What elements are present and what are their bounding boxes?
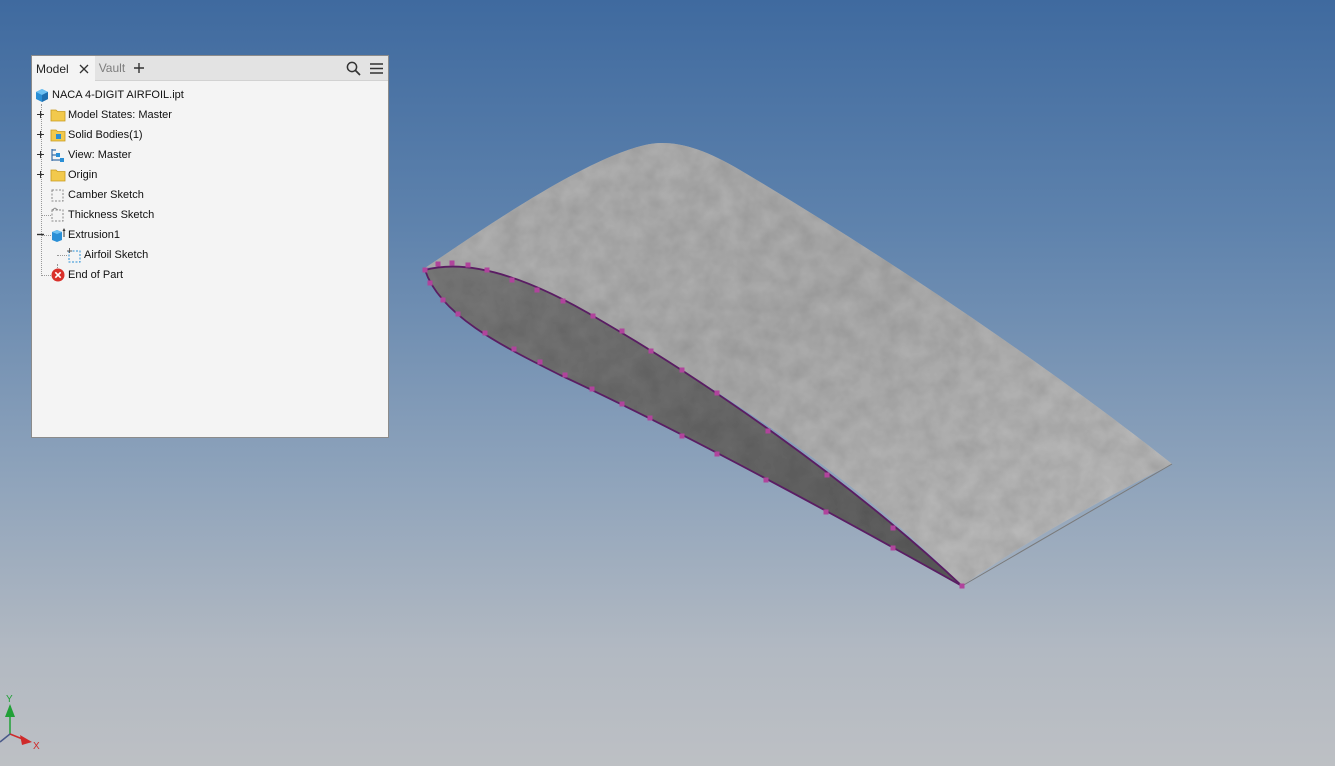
sketch-point[interactable] [435,261,441,267]
y-axis-arrow-icon [5,704,15,717]
tree-item-extrusion1[interactable]: Extrusion1 [32,225,388,245]
sketch-icon [66,247,82,263]
expand-plus-icon[interactable] [36,130,45,139]
add-tab-button[interactable] [130,56,151,80]
tree-root-part[interactable]: NACA 4-DIGIT AIRFOIL.ipt [32,85,388,105]
tree-item-label: Extrusion1 [68,229,120,241]
tree-item-label: Model States: Master [68,109,172,121]
sketch-point[interactable] [890,545,896,551]
triad-y-label: Y [6,694,13,705]
view-triad: Y X [0,694,40,750]
tree-item-model-states[interactable]: Model States: Master [32,105,388,125]
sketch-point[interactable] [714,390,720,396]
expand-plus-icon[interactable] [36,110,45,119]
tree-item-label: Solid Bodies(1) [68,129,143,141]
tab-model-label: Model [36,61,69,76]
sketch-point[interactable] [482,330,488,336]
airfoil-upper-surface[interactable] [425,142,1172,586]
sketch-point[interactable] [959,583,965,589]
sketch-point[interactable] [537,359,543,365]
tab-vault-label: Vault [98,61,126,75]
sketch-point[interactable] [824,472,830,478]
sketch-point[interactable] [619,401,625,407]
sketch-point[interactable] [590,313,596,319]
sketch-point[interactable] [455,311,461,317]
sketch-point[interactable] [449,260,455,266]
solid-bodies-folder-icon [50,127,66,143]
tree-root-label: NACA 4-DIGIT AIRFOIL.ipt [52,89,184,101]
expand-plus-icon[interactable] [36,150,45,159]
sketch-point[interactable] [534,287,540,293]
tree-item-view[interactable]: View: Master [32,145,388,165]
sketch-point[interactable] [560,298,566,304]
sketch-point[interactable] [765,428,771,434]
tree-item-label: View: Master [68,149,132,161]
extrusion-icon [50,227,66,243]
close-icon[interactable] [78,63,90,75]
model-tree[interactable]: NACA 4-DIGIT AIRFOIL.ipt Model States: M… [32,81,388,285]
x-axis-arrow-icon [20,735,32,745]
sketch-point[interactable] [440,297,446,303]
sketch-icon [50,207,66,223]
sketch-point[interactable] [890,525,896,531]
tree-item-airfoil-sketch[interactable]: Airfoil Sketch [32,245,388,265]
tree-item-origin[interactable]: Origin [32,165,388,185]
tree-item-label: Origin [68,169,98,181]
sketch-point[interactable] [823,509,829,515]
plus-icon [133,62,145,74]
part-cube-icon [34,87,50,103]
sketch-point[interactable] [511,346,517,352]
tab-vault[interactable]: Vault [95,56,130,80]
expand-plus-icon[interactable] [36,170,45,179]
sketch-point[interactable] [562,372,568,378]
tree-item-label: Thickness Sketch [68,209,155,221]
sketch-point[interactable] [589,386,595,392]
tree-item-label: End of Part [68,269,124,281]
tree-item-solid-bodies[interactable]: Solid Bodies(1) [32,125,388,145]
tree-item-label: Camber Sketch [68,189,144,201]
tree-item-thickness-sketch[interactable]: Thickness Sketch [32,205,388,225]
end-of-part-icon [50,267,66,283]
sketch-point[interactable] [679,433,685,439]
sketch-point[interactable] [427,280,433,286]
tree-item-label: Airfoil Sketch [84,249,149,261]
sketch-point[interactable] [647,415,653,421]
sketch-icon [50,187,66,203]
collapse-minus-icon[interactable] [36,230,45,239]
sketch-point[interactable] [763,477,769,483]
tab-model[interactable]: Model [32,56,95,81]
sketch-point[interactable] [509,277,515,283]
view-rep-icon [50,147,66,163]
browser-tab-bar: Model Vault [32,56,388,81]
triad-x-label: X [33,741,40,750]
sketch-point[interactable] [648,348,654,354]
folder-icon [50,107,66,123]
sketch-point[interactable] [422,267,428,273]
sketch-point[interactable] [714,451,720,457]
sketch-point[interactable] [484,267,490,273]
sketch-point[interactable] [679,367,685,373]
model-browser-panel[interactable]: Model Vault NACA 4-DIGIT AIRFOIL.ipt Mod… [31,55,389,438]
sketch-point[interactable] [465,262,471,268]
search-icon[interactable] [346,61,361,76]
tree-item-camber-sketch[interactable]: Camber Sketch [32,185,388,205]
menu-icon[interactable] [369,62,384,75]
tree-item-end-of-part[interactable]: End of Part [32,265,388,285]
folder-icon [50,167,66,183]
sketch-point[interactable] [619,328,625,334]
